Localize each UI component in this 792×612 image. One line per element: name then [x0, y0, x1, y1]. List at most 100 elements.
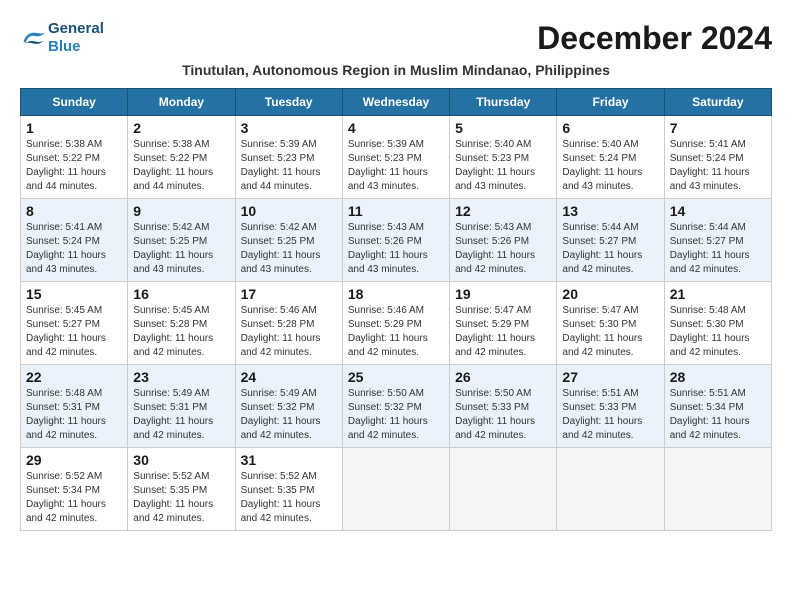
day-info: Sunrise: 5:41 AMSunset: 5:24 PMDaylight:… — [670, 138, 766, 194]
day-number: 29 — [26, 452, 122, 468]
day-number: 26 — [455, 369, 551, 385]
calendar-cell: 3 Sunrise: 5:39 AMSunset: 5:23 PMDaylight… — [235, 116, 342, 199]
calendar-cell: 28 Sunrise: 5:51 AMSunset: 5:34 PMDayligh… — [664, 365, 771, 448]
calendar-cell: 19 Sunrise: 5:47 AMSunset: 5:29 PMDayligh… — [450, 282, 557, 365]
calendar-cell: 6Sunrise: 5:40 AMSunset: 5:24 PMDaylight… — [557, 116, 664, 199]
calendar-cell: 15 Sunrise: 5:45 AMSunset: 5:27 PMDayligh… — [21, 282, 128, 365]
day-number: 18 — [348, 286, 444, 302]
calendar-cell — [664, 448, 771, 531]
day-number: 2 — [133, 120, 229, 136]
weekday-header-friday: Friday — [557, 89, 664, 116]
day-number: 16 — [133, 286, 229, 302]
calendar-cell — [342, 448, 449, 531]
day-info: Sunrise: 5:52 AMSunset: 5:35 PMDaylight:… — [133, 470, 229, 526]
day-number: 15 — [26, 286, 122, 302]
weekday-header-saturday: Saturday — [664, 89, 771, 116]
calendar-cell — [557, 448, 664, 531]
calendar-table: SundayMondayTuesdayWednesdayThursdayFrid… — [20, 88, 772, 531]
calendar-cell: 18Sunrise: 5:46 AMSunset: 5:29 PMDayligh… — [342, 282, 449, 365]
day-info: Sunrise: 5:42 AMSunset: 5:25 PMDaylight:… — [241, 221, 337, 277]
calendar-cell: 16Sunrise: 5:45 AMSunset: 5:28 PMDayligh… — [128, 282, 235, 365]
day-info: Sunrise: 5:38 AMSunset: 5:22 PMDaylight:… — [133, 138, 229, 194]
day-number: 28 — [670, 369, 766, 385]
day-info: Sunrise: 5:41 AMSunset: 5:24 PMDaylight:… — [26, 221, 122, 277]
calendar-week-row: 29 Sunrise: 5:52 AMSunset: 5:34 PMDayligh… — [21, 448, 772, 531]
day-info: Sunrise: 5:47 AMSunset: 5:29 PMDaylight:… — [455, 304, 551, 360]
day-info: Sunrise: 5:52 AMSunset: 5:34 PMDaylight:… — [26, 470, 122, 526]
day-number: 14 — [670, 203, 766, 219]
calendar-week-row: 8 Sunrise: 5:41 AMSunset: 5:24 PMDaylight… — [21, 199, 772, 282]
day-info: Sunrise: 5:52 AMSunset: 5:35 PMDaylight:… — [241, 470, 337, 526]
day-info: Sunrise: 5:39 AMSunset: 5:23 PMDaylight:… — [241, 138, 337, 194]
day-info: Sunrise: 5:42 AMSunset: 5:25 PMDaylight:… — [133, 221, 229, 277]
day-info: Sunrise: 5:43 AMSunset: 5:26 PMDaylight:… — [455, 221, 551, 277]
calendar-cell: 11Sunrise: 5:43 AMSunset: 5:26 PMDayligh… — [342, 199, 449, 282]
calendar-cell: 14Sunrise: 5:44 AMSunset: 5:27 PMDayligh… — [664, 199, 771, 282]
day-number: 12 — [455, 203, 551, 219]
logo: General Blue — [20, 20, 104, 56]
day-info: Sunrise: 5:40 AMSunset: 5:24 PMDaylight:… — [562, 138, 658, 194]
calendar-cell: 4 Sunrise: 5:39 AMSunset: 5:23 PMDaylight… — [342, 116, 449, 199]
day-number: 30 — [133, 452, 229, 468]
calendar-cell — [450, 448, 557, 531]
calendar-cell: 30 Sunrise: 5:52 AMSunset: 5:35 PMDayligh… — [128, 448, 235, 531]
weekday-header-tuesday: Tuesday — [235, 89, 342, 116]
day-number: 1 — [26, 120, 122, 136]
calendar-cell: 26 Sunrise: 5:50 AMSunset: 5:33 PMDayligh… — [450, 365, 557, 448]
day-number: 3 — [241, 120, 337, 136]
day-number: 25 — [348, 369, 444, 385]
calendar-cell: 25 Sunrise: 5:50 AMSunset: 5:32 PMDayligh… — [342, 365, 449, 448]
month-title: December 2024 — [537, 20, 772, 57]
calendar-cell: 13Sunrise: 5:44 AMSunset: 5:27 PMDayligh… — [557, 199, 664, 282]
day-info: Sunrise: 5:50 AMSunset: 5:32 PMDaylight:… — [348, 387, 444, 443]
calendar-cell: 1 Sunrise: 5:38 AMSunset: 5:22 PMDaylight… — [21, 116, 128, 199]
calendar-cell: 17 Sunrise: 5:46 AMSunset: 5:28 PMDayligh… — [235, 282, 342, 365]
day-number: 8 — [26, 203, 122, 219]
logo-blue-text: Blue — [48, 38, 104, 56]
calendar-cell: 22 Sunrise: 5:48 AMSunset: 5:31 PMDayligh… — [21, 365, 128, 448]
day-number: 20 — [562, 286, 658, 302]
day-info: Sunrise: 5:48 AMSunset: 5:30 PMDaylight:… — [670, 304, 766, 360]
weekday-header-row: SundayMondayTuesdayWednesdayThursdayFrid… — [21, 89, 772, 116]
calendar-cell: 20 Sunrise: 5:47 AMSunset: 5:30 PMDayligh… — [557, 282, 664, 365]
day-info: Sunrise: 5:47 AMSunset: 5:30 PMDaylight:… — [562, 304, 658, 360]
calendar-week-row: 22 Sunrise: 5:48 AMSunset: 5:31 PMDayligh… — [21, 365, 772, 448]
day-number: 23 — [133, 369, 229, 385]
weekday-header-thursday: Thursday — [450, 89, 557, 116]
day-number: 13 — [562, 203, 658, 219]
day-number: 21 — [670, 286, 766, 302]
day-number: 24 — [241, 369, 337, 385]
day-number: 22 — [26, 369, 122, 385]
day-info: Sunrise: 5:39 AMSunset: 5:23 PMDaylight:… — [348, 138, 444, 194]
calendar-cell: 23 Sunrise: 5:49 AMSunset: 5:31 PMDayligh… — [128, 365, 235, 448]
calendar-cell: 21 Sunrise: 5:48 AMSunset: 5:30 PMDayligh… — [664, 282, 771, 365]
day-info: Sunrise: 5:49 AMSunset: 5:31 PMDaylight:… — [133, 387, 229, 443]
page-header: General Blue December 2024 — [20, 20, 772, 57]
logo-general-text: General — [48, 20, 104, 38]
calendar-cell: 12 Sunrise: 5:43 AMSunset: 5:26 PMDayligh… — [450, 199, 557, 282]
weekday-header-wednesday: Wednesday — [342, 89, 449, 116]
day-info: Sunrise: 5:46 AMSunset: 5:28 PMDaylight:… — [241, 304, 337, 360]
day-number: 4 — [348, 120, 444, 136]
day-info: Sunrise: 5:48 AMSunset: 5:31 PMDaylight:… — [26, 387, 122, 443]
day-number: 17 — [241, 286, 337, 302]
calendar-cell: 7Sunrise: 5:41 AMSunset: 5:24 PMDaylight… — [664, 116, 771, 199]
calendar-cell: 5Sunrise: 5:40 AMSunset: 5:23 PMDaylight… — [450, 116, 557, 199]
day-info: Sunrise: 5:49 AMSunset: 5:32 PMDaylight:… — [241, 387, 337, 443]
calendar-cell: 8 Sunrise: 5:41 AMSunset: 5:24 PMDaylight… — [21, 199, 128, 282]
day-info: Sunrise: 5:50 AMSunset: 5:33 PMDaylight:… — [455, 387, 551, 443]
day-info: Sunrise: 5:45 AMSunset: 5:27 PMDaylight:… — [26, 304, 122, 360]
day-info: Sunrise: 5:40 AMSunset: 5:23 PMDaylight:… — [455, 138, 551, 194]
calendar-week-row: 15 Sunrise: 5:45 AMSunset: 5:27 PMDayligh… — [21, 282, 772, 365]
day-info: Sunrise: 5:38 AMSunset: 5:22 PMDaylight:… — [26, 138, 122, 194]
day-info: Sunrise: 5:51 AMSunset: 5:34 PMDaylight:… — [670, 387, 766, 443]
day-info: Sunrise: 5:51 AMSunset: 5:33 PMDaylight:… — [562, 387, 658, 443]
day-number: 9 — [133, 203, 229, 219]
day-number: 27 — [562, 369, 658, 385]
weekday-header-monday: Monday — [128, 89, 235, 116]
calendar-cell: 9 Sunrise: 5:42 AMSunset: 5:25 PMDaylight… — [128, 199, 235, 282]
day-number: 19 — [455, 286, 551, 302]
day-number: 10 — [241, 203, 337, 219]
calendar-cell: 31Sunrise: 5:52 AMSunset: 5:35 PMDayligh… — [235, 448, 342, 531]
calendar-week-row: 1 Sunrise: 5:38 AMSunset: 5:22 PMDaylight… — [21, 116, 772, 199]
